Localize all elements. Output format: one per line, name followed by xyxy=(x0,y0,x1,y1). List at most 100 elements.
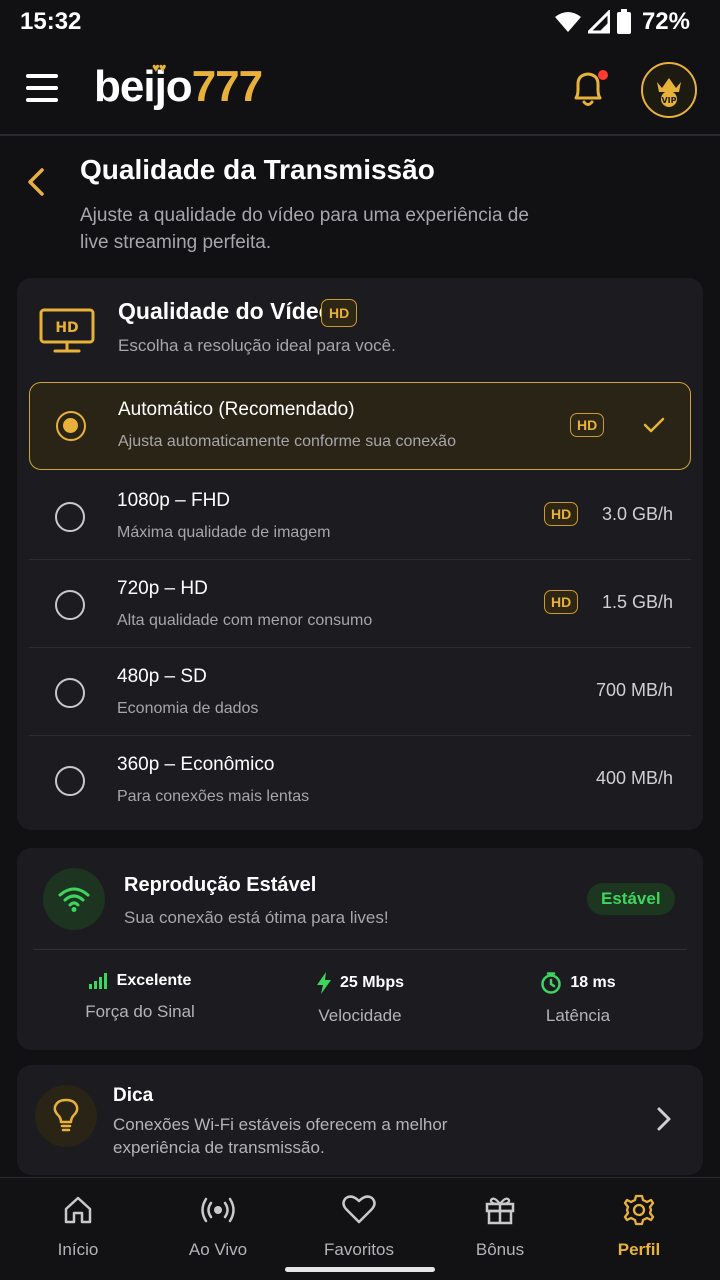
nav-item-favorites[interactable]: Favoritos xyxy=(299,1192,419,1260)
menu-line xyxy=(26,86,58,90)
tip-badge xyxy=(35,1085,97,1147)
bolt-icon xyxy=(316,972,331,994)
option-subtitle: Alta qualidade com menor consumo xyxy=(117,612,373,629)
video-quality-card: HD Qualidade do Vídeo HD Escolha a resol… xyxy=(17,278,703,830)
tip-title: Dica xyxy=(113,1085,154,1106)
stability-subtitle: Sua conexão está ótima para lives! xyxy=(124,908,389,927)
chevron-left-icon xyxy=(28,168,44,196)
video-quality-subtitle: Escolha a resolução ideal para você. xyxy=(118,336,396,355)
stability-card: Reprodução Estável Sua conexão está ótim… xyxy=(17,848,703,1050)
metric-value: 25 Mbps xyxy=(339,974,404,991)
radio-button[interactable] xyxy=(55,502,85,532)
back-button[interactable] xyxy=(22,164,50,200)
divider xyxy=(29,559,691,560)
option-data-usage: 400 MB/h xyxy=(595,768,673,788)
logo-number: 777 xyxy=(191,62,263,111)
nav-item-bonus[interactable]: Bônus xyxy=(440,1192,560,1260)
video-quality-title: Qualidade do Vídeo xyxy=(118,298,333,324)
gift-icon xyxy=(485,1197,515,1225)
metric-value: Excelente xyxy=(116,972,192,989)
app-logo[interactable]: beijo777 ♥♥ xyxy=(94,60,263,112)
metric-signal: Excelente Força do Sinal xyxy=(40,972,240,1022)
option-subtitle: Máxima qualidade de imagem xyxy=(117,524,331,541)
home-indicator[interactable] xyxy=(285,1267,435,1272)
option-subtitle: Ajusta automaticamente conforme sua cone… xyxy=(118,433,456,450)
quality-option-720p[interactable]: 720p – HD Alta qualidade com menor consu… xyxy=(29,562,691,648)
metric-label: Força do Sinal xyxy=(85,1002,195,1021)
nav-label: Ao Vivo xyxy=(188,1240,248,1259)
battery-icon xyxy=(616,9,631,34)
logo-heart-icon: ♥♥ xyxy=(152,60,166,75)
stability-title: Reprodução Estável xyxy=(124,874,317,896)
option-title: 480p – SD xyxy=(117,666,207,687)
nav-item-live[interactable]: Ao Vivo xyxy=(158,1192,278,1260)
gear-icon xyxy=(623,1194,655,1226)
hd-badge: HD xyxy=(544,502,579,526)
option-title: 720p – HD xyxy=(117,578,208,599)
radio-button[interactable] xyxy=(55,766,85,796)
nav-item-home[interactable]: Início xyxy=(18,1192,138,1260)
radio-dot xyxy=(63,418,78,433)
metric-label: Velocidade xyxy=(318,1006,402,1025)
check-icon xyxy=(643,417,665,433)
divider xyxy=(29,647,691,648)
page-title: Qualidade da Transmissão xyxy=(80,154,435,185)
radio-button[interactable] xyxy=(55,590,85,620)
status-icons: 72% xyxy=(554,8,690,36)
nav-label: Favoritos xyxy=(324,1240,394,1259)
option-data-usage: 700 MB/h xyxy=(595,680,673,700)
metric-speed: 25 Mbps Velocidade xyxy=(260,972,460,1026)
crown-icon: VIP xyxy=(657,78,681,107)
tip-text: Conexões Wi-Fi estáveis oferecem a melho… xyxy=(113,1115,448,1157)
nav-label: Início xyxy=(57,1240,99,1259)
lightbulb-icon xyxy=(53,1098,79,1132)
option-data-usage: 3.0 GB/h xyxy=(601,504,673,524)
radio-button-selected[interactable] xyxy=(56,411,86,441)
nav-label: Perfil xyxy=(617,1240,661,1259)
option-data-usage: 1.5 GB/h xyxy=(601,592,673,612)
option-title: 1080p – FHD xyxy=(117,490,231,511)
hd-badge: HD xyxy=(570,413,605,437)
divider xyxy=(29,735,691,736)
metric-latency: 18 ms Latência xyxy=(478,972,678,1026)
quality-option-480p[interactable]: 480p – SD Economia de dados 700 MB/h xyxy=(29,650,691,736)
notification-dot xyxy=(598,70,608,80)
signal-bars-icon xyxy=(88,973,107,989)
hd-badge: HD xyxy=(544,590,579,614)
menu-line xyxy=(26,74,58,78)
option-subtitle: Para conexões mais lentas xyxy=(117,788,310,805)
nav-label: Bônus xyxy=(475,1240,525,1259)
timer-icon xyxy=(541,972,562,994)
quality-option-1080p[interactable]: 1080p – FHD Máxima qualidade de imagem H… xyxy=(29,474,691,560)
status-time: 15:32 xyxy=(20,8,82,35)
nav-item-profile[interactable]: Perfil xyxy=(579,1192,699,1260)
quality-option-auto[interactable]: Automático (Recomendado) Ajusta automati… xyxy=(29,382,691,470)
heart-icon xyxy=(342,1195,376,1224)
cell-signal-icon xyxy=(587,10,610,34)
menu-button[interactable] xyxy=(26,74,60,102)
tip-card[interactable]: Dica Conexões Wi-Fi estáveis oferecem a … xyxy=(17,1065,703,1175)
hd-monitor-icon: HD xyxy=(39,308,95,353)
stable-status-badge: Estável xyxy=(587,883,675,915)
home-icon xyxy=(64,1196,92,1224)
option-title: 360p – Econômico xyxy=(117,754,275,775)
app-header: beijo777 ♥♥ VIP xyxy=(0,44,720,136)
menu-line xyxy=(26,98,58,102)
svg-text:HD: HD xyxy=(55,320,78,336)
option-subtitle: Economia de dados xyxy=(117,700,259,717)
logo-text: beijo xyxy=(94,62,193,111)
wifi-icon xyxy=(58,887,90,912)
vip-avatar[interactable]: VIP xyxy=(641,62,697,118)
page-subtitle: Ajuste a qualidade do vídeo para uma exp… xyxy=(80,205,529,253)
hd-badge: HD xyxy=(321,299,358,327)
battery-percent: 72% xyxy=(641,8,690,35)
notifications-button[interactable] xyxy=(568,68,608,112)
radio-button[interactable] xyxy=(55,678,85,708)
svg-text:VIP: VIP xyxy=(661,96,676,105)
wifi-icon xyxy=(554,12,581,32)
broadcast-icon xyxy=(201,1197,235,1223)
quality-option-360p[interactable]: 360p – Econômico Para conexões mais lent… xyxy=(29,738,691,824)
chevron-right-icon xyxy=(657,1107,671,1131)
metric-value: 18 ms xyxy=(570,974,616,991)
divider xyxy=(33,949,687,950)
